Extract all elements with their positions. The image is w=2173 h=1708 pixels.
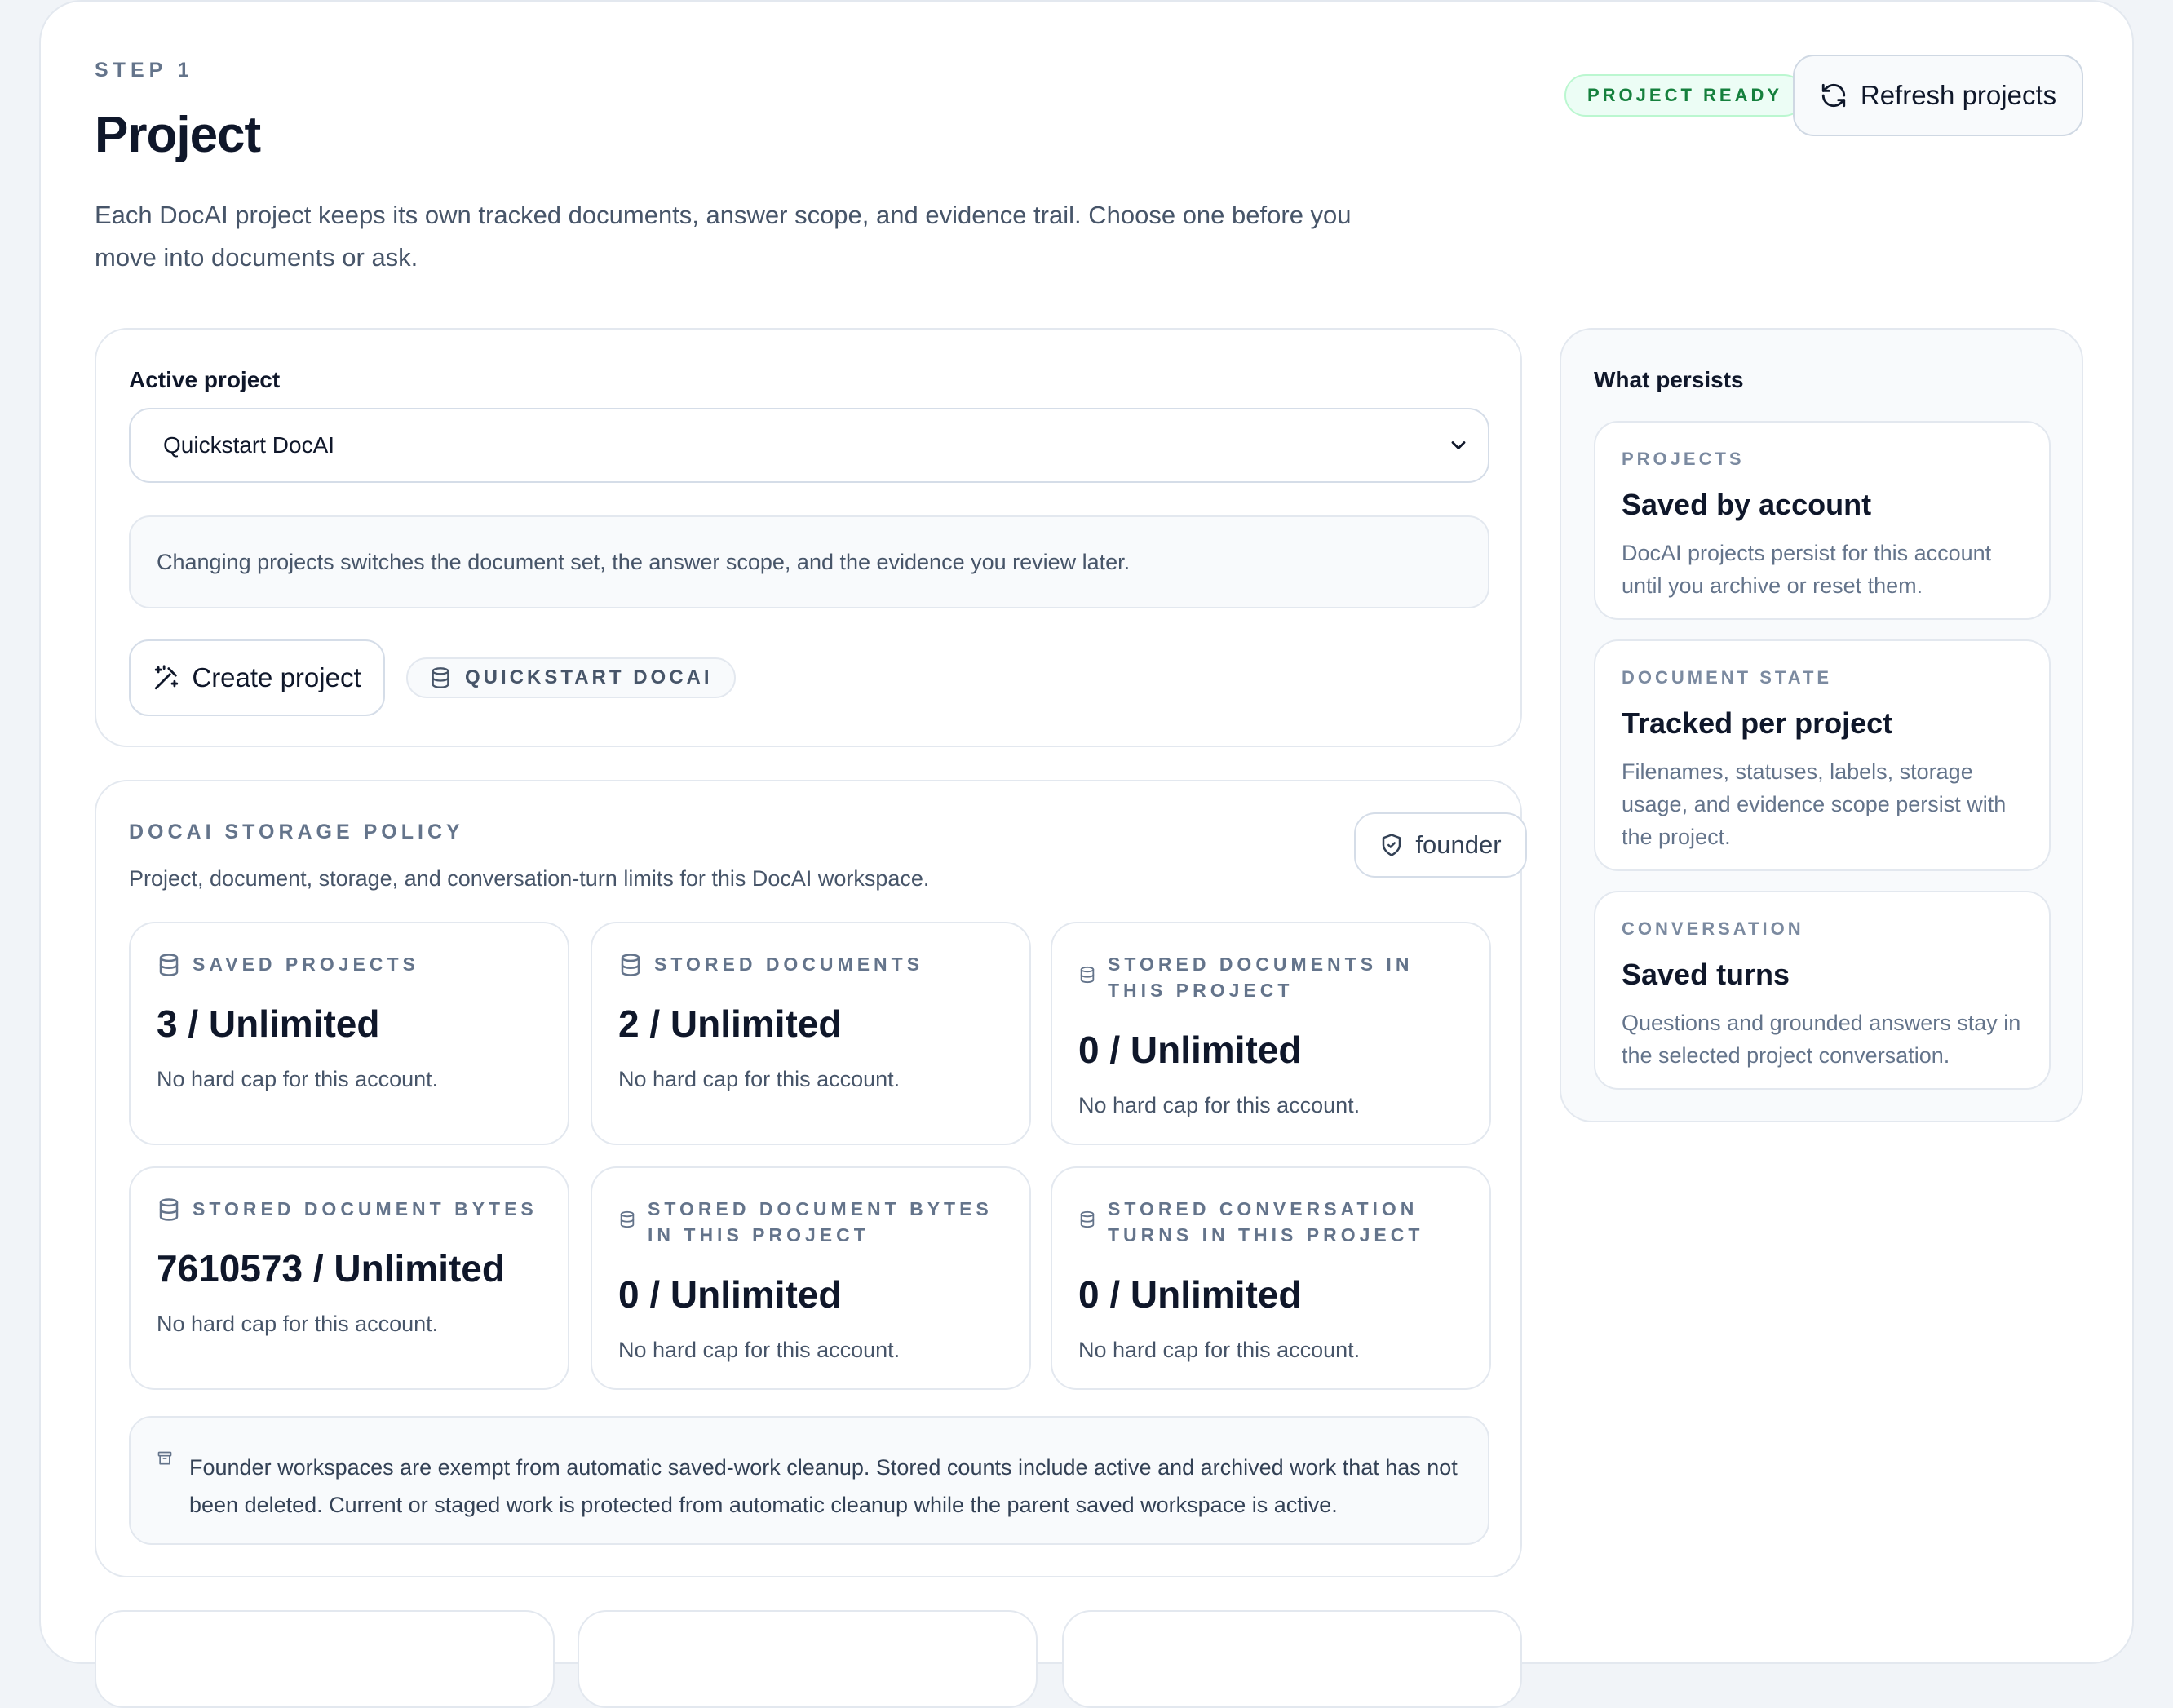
stat-value: 2 / Unlimited [618, 1002, 842, 1045]
current-project-pill-text: QUICKSTART DOCAI [465, 666, 713, 688]
stat-stored-document-bytes-project: STORED DOCUMENT BYTES IN THIS PROJECT 0 … [591, 1166, 1031, 1390]
database-icon [157, 1197, 181, 1222]
role-badge-text: founder [1415, 830, 1502, 859]
stat-label: STORED DOCUMENT BYTES [193, 1198, 538, 1219]
persist-item-label: DOCUMENT STATE [1622, 667, 1833, 688]
stat-note: No hard cap for this account. [1078, 1093, 1361, 1117]
active-project-card: Active project Quickstart DocAI Changing… [95, 328, 1522, 747]
database-icon [618, 953, 643, 977]
stat-note: No hard cap for this account. [618, 1338, 901, 1362]
what-persists-title: What persists [1594, 367, 1744, 392]
stat-label: STORED DOCUMENTS IN THIS PROJECT [1108, 954, 1414, 1001]
persist-item-conversation: CONVERSATION Saved turns Questions and g… [1594, 891, 2051, 1090]
active-project-label: Active project [129, 367, 281, 392]
page-title: Project [95, 107, 261, 163]
stat-stored-documents-project: STORED DOCUMENTS IN THIS PROJECT 0 / Unl… [1051, 922, 1491, 1145]
stat-stored-conversation-turns: STORED CONVERSATION TURNS IN THIS PROJEC… [1051, 1166, 1491, 1390]
refresh-projects-label: Refresh projects [1860, 80, 2057, 110]
refresh-projects-button[interactable]: Refresh projects [1793, 55, 2083, 136]
status-badge: PROJECT READY [1564, 74, 1806, 117]
stat-label: STORED DOCUMENT BYTES IN THIS PROJECT [648, 1198, 993, 1246]
database-icon [429, 666, 452, 689]
active-project-select[interactable]: Quickstart DocAI [129, 408, 1489, 483]
stat-value: 7610573 / Unlimited [157, 1247, 505, 1290]
create-project-button[interactable]: Create project [129, 639, 385, 716]
persist-item-label: PROJECTS [1622, 449, 1745, 469]
archive-icon [157, 1450, 173, 1467]
stat-note: No hard cap for this account. [157, 1312, 439, 1336]
page-description: Each DocAI project keeps its own tracked… [95, 201, 1352, 272]
database-icon [618, 1210, 636, 1228]
chevron-down-icon [1447, 434, 1470, 457]
storage-policy-subtitle: Project, document, storage, and conversa… [129, 866, 930, 891]
stat-stored-document-bytes: STORED DOCUMENT BYTES 7610573 / Unlimite… [129, 1166, 569, 1390]
stat-saved-projects: SAVED PROJECTS 3 / Unlimited No hard cap… [129, 922, 569, 1145]
stat-note: No hard cap for this account. [1078, 1338, 1361, 1362]
stat-value: 0 / Unlimited [1078, 1029, 1302, 1071]
persist-item-title: Saved turns [1622, 958, 1790, 991]
next-card-1 [95, 1610, 555, 1708]
database-icon [1078, 966, 1096, 984]
storage-policy-card: DOCAI STORAGE POLICY Project, document, … [95, 780, 1527, 1577]
persist-item-desc: DocAI projects persist for this account … [1622, 541, 1992, 598]
stat-note: No hard cap for this account. [618, 1067, 901, 1091]
stat-value: 0 / Unlimited [618, 1273, 842, 1316]
persist-item-title: Saved by account [1622, 488, 1872, 521]
stat-label: STORED DOCUMENTS [654, 954, 924, 975]
refresh-icon [1820, 82, 1848, 109]
database-icon [1078, 1210, 1096, 1228]
persist-item-document-state: DOCUMENT STATE Tracked per project Filen… [1594, 639, 2051, 871]
what-persists-card: What persists PROJECTS Saved by account … [1560, 328, 2083, 1122]
magic-wand-icon [153, 664, 180, 692]
role-badge: founder [1354, 812, 1527, 878]
project-step-panel: STEP 1 Project Each DocAI project keeps … [39, 0, 2134, 1708]
database-icon [157, 953, 181, 977]
project-switch-note-text: Changing projects switches the document … [157, 549, 1131, 574]
persist-item-title: Tracked per project [1622, 706, 1893, 740]
stat-stored-documents: STORED DOCUMENTS 2 / Unlimited No hard c… [591, 922, 1031, 1145]
next-card-3 [1062, 1610, 1522, 1708]
current-project-pill: QUICKSTART DOCAI [406, 657, 736, 698]
cleanup-note-text: Founder workspaces are exempt from autom… [189, 1455, 1458, 1517]
stat-note: No hard cap for this account. [157, 1067, 439, 1091]
stat-value: 3 / Unlimited [157, 1002, 380, 1045]
stat-label: SAVED PROJECTS [193, 954, 419, 975]
active-project-value: Quickstart DocAI [163, 432, 335, 458]
project-switch-note: Changing projects switches the document … [129, 515, 1489, 608]
storage-policy-title: DOCAI STORAGE POLICY [129, 821, 464, 843]
persist-item-desc: Filenames, statuses, labels, storage usa… [1622, 759, 2007, 849]
create-project-label: Create project [192, 662, 361, 692]
stat-value: 0 / Unlimited [1078, 1273, 1302, 1316]
persist-item-label: CONVERSATION [1622, 918, 1804, 939]
shield-check-icon [1379, 833, 1404, 857]
persist-item-desc: Questions and grounded answers stay in t… [1622, 1011, 2021, 1068]
next-card-2 [578, 1610, 1038, 1708]
step-eyebrow: STEP 1 [95, 59, 194, 82]
stat-label: STORED CONVERSATION TURNS IN THIS PROJEC… [1108, 1198, 1424, 1246]
persist-item-projects: PROJECTS Saved by account DocAI projects… [1594, 421, 2051, 620]
cleanup-note: Founder workspaces are exempt from autom… [129, 1416, 1489, 1545]
